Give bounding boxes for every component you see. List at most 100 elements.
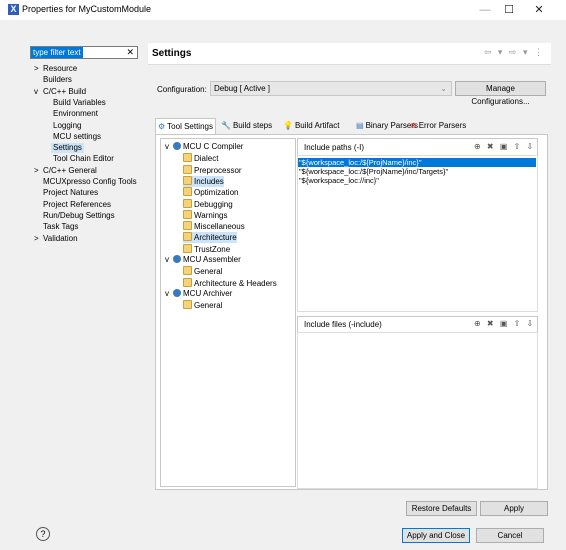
nav-item[interactable]: Validation xyxy=(43,234,78,244)
tree-item[interactable]: Architecture xyxy=(183,232,237,244)
apply-and-close-button[interactable]: Apply and Close xyxy=(402,528,470,543)
tree-item[interactable]: General xyxy=(183,266,222,277)
tree-item-label: MCU Assembler xyxy=(183,255,241,264)
tree-item[interactable]: Miscellaneous xyxy=(183,221,245,232)
expand-toggle-icon[interactable]: > xyxy=(34,64,42,74)
tree-item[interactable]: MCU Assembler xyxy=(173,255,241,265)
window-title: Properties for MyCustomModule xyxy=(22,4,152,14)
nav-item[interactable]: Build Variables xyxy=(53,98,106,108)
nav-item[interactable]: Tool Chain Editor xyxy=(53,154,114,164)
wrench-icon: 🔧 xyxy=(221,121,231,130)
tree-item[interactable]: Dialect xyxy=(183,153,218,164)
tree-item[interactable]: Preprocessor xyxy=(183,164,242,176)
expand-toggle-icon[interactable]: v xyxy=(165,255,173,265)
tree-item-label: General xyxy=(194,267,223,277)
folder-icon xyxy=(183,153,192,163)
folder-icon xyxy=(183,175,192,185)
expand-toggle-icon[interactable]: > xyxy=(34,234,42,244)
folder-icon xyxy=(183,300,192,310)
tree-item-label: Architecture xyxy=(194,233,237,243)
folder-icon xyxy=(183,243,192,253)
configuration-value: Debug [ Active ] xyxy=(214,84,271,93)
tab[interactable]: ⊗ Error Parsers xyxy=(408,118,468,134)
nav-item[interactable]: Resource xyxy=(43,64,77,74)
nav-item[interactable]: Environment xyxy=(53,109,98,119)
tab-label: Build steps xyxy=(232,121,273,130)
page-title: Settings xyxy=(152,48,192,59)
restore-defaults-button[interactable]: Restore Defaults xyxy=(406,501,477,516)
folder-icon xyxy=(183,198,192,208)
tree-item-label: General xyxy=(194,301,223,311)
history-nav-icons[interactable]: ⇦ ▾ ⇨ ▾ ⋮ xyxy=(484,47,545,58)
expand-toggle-icon[interactable]: v xyxy=(34,87,42,97)
filter-text[interactable]: type filter text xyxy=(31,47,83,58)
page-header: Settings ⇦ ▾ ⇨ ▾ ⋮ xyxy=(148,43,551,65)
folder-icon xyxy=(183,187,192,197)
nav-item[interactable]: Settings xyxy=(51,143,84,154)
nav-item[interactable]: MCUXpresso Config Tools xyxy=(43,177,137,187)
cancel-button[interactable]: Cancel xyxy=(476,528,544,543)
manage-configurations-button[interactable]: Manage Configurations... xyxy=(455,81,546,106)
tree-item-label: Optimization xyxy=(194,188,239,198)
configuration-select[interactable]: Debug [ Active ] ⌄ xyxy=(210,81,452,96)
filter-input[interactable]: type filter text ✕ xyxy=(30,46,138,59)
folder-icon xyxy=(183,221,192,231)
app-icon: X xyxy=(8,4,19,15)
tab-label: Error Parsers xyxy=(418,121,467,130)
nav-item[interactable]: C/C++ Build xyxy=(43,87,86,97)
tree-item[interactable]: Architecture & Headers xyxy=(183,277,277,289)
tab[interactable]: 🔧 Build steps xyxy=(219,118,274,134)
expand-toggle-icon[interactable]: v xyxy=(165,142,173,152)
include-paths-toolbar-icons[interactable]: ⊕ ✖ ▣ ⇧ ⇩ xyxy=(474,142,535,151)
maximize-button[interactable]: ☐ xyxy=(502,3,516,17)
folder-icon xyxy=(183,209,192,219)
tree-item[interactable]: Warnings xyxy=(183,209,228,221)
include-files-list[interactable] xyxy=(297,332,538,489)
expand-toggle-icon[interactable]: v xyxy=(165,289,173,299)
tool-icon xyxy=(173,142,181,150)
tab-label: Tool Settings xyxy=(167,122,213,131)
nav-item[interactable]: MCU settings xyxy=(53,132,101,142)
nav-item[interactable]: Builders xyxy=(43,75,72,85)
tree-item[interactable]: Includes xyxy=(183,175,224,187)
folder-icon xyxy=(183,232,192,242)
include-files-title: Include files (-include) xyxy=(304,320,382,329)
nav-item[interactable]: C/C++ General xyxy=(43,166,97,176)
tree-item[interactable]: Debugging xyxy=(183,198,233,210)
nav-item[interactable]: Run/Debug Settings xyxy=(43,211,115,221)
tree-item[interactable]: MCU Archiver xyxy=(173,288,232,299)
close-button[interactable]: ✕ xyxy=(532,3,546,17)
tree-item[interactable]: MCU C Compiler xyxy=(173,142,243,152)
help-icon[interactable]: ? xyxy=(36,527,50,541)
tab[interactable]: ⚙ Tool Settings xyxy=(155,118,216,134)
tree-item-label: TrustZone xyxy=(194,244,231,254)
lightbulb-icon: 💡 xyxy=(283,121,293,130)
tree-item-label: MCU C Compiler xyxy=(183,142,244,151)
nav-item[interactable]: Task Tags xyxy=(43,222,78,232)
minimize-button[interactable]: — xyxy=(478,3,492,17)
tree-item[interactable]: Optimization xyxy=(183,187,238,198)
tab-label: Build Artifact xyxy=(294,121,340,130)
include-path-item[interactable]: "${workspace_loc:/${ProjName}/inc/Target… xyxy=(298,167,448,176)
include-path-item[interactable]: "${workspace_loc://inc}" xyxy=(298,176,379,185)
tab[interactable]: 💡 Build Artifact xyxy=(281,118,341,134)
nav-item[interactable]: Project References xyxy=(43,200,111,210)
tree-item[interactable]: TrustZone xyxy=(183,243,231,255)
tree-item-label: Debugging xyxy=(194,199,233,209)
include-files-toolbar-icons[interactable]: ⊕ ✖ ▣ ⇧ ⇩ xyxy=(474,319,535,328)
apply-button[interactable]: Apply xyxy=(480,501,548,516)
clear-filter-icon[interactable]: ✕ xyxy=(126,47,134,58)
tree-item[interactable]: General xyxy=(183,300,222,311)
nav-item[interactable]: Logging xyxy=(53,121,81,131)
tool-icon xyxy=(173,255,181,263)
folder-icon xyxy=(183,164,192,174)
tree-item-label: Miscellaneous xyxy=(194,222,245,232)
nav-item[interactable]: Project Natures xyxy=(43,188,98,198)
include-path-item[interactable]: "${workspace_loc:/${ProjName}/inc}" xyxy=(298,158,536,167)
chevron-down-icon: ⌄ xyxy=(440,84,447,93)
include-paths-title: Include paths (-I) xyxy=(304,143,365,152)
configuration-label: Configuration: xyxy=(157,85,207,94)
tool-icon xyxy=(173,288,181,297)
expand-toggle-icon[interactable]: > xyxy=(34,166,42,176)
tree-item-label: Warnings xyxy=(194,210,228,220)
